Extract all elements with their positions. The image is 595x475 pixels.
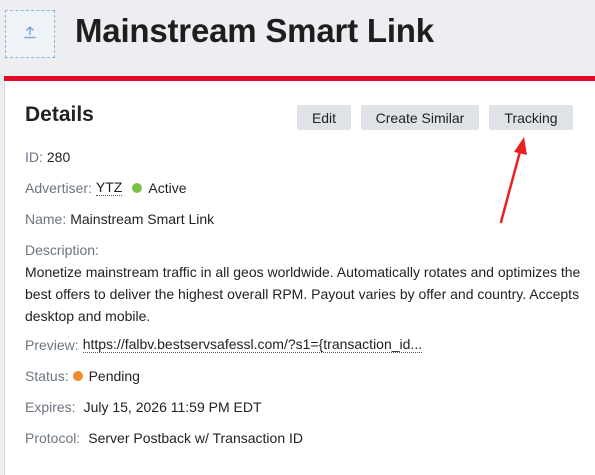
annotation-arrow (499, 137, 527, 224)
